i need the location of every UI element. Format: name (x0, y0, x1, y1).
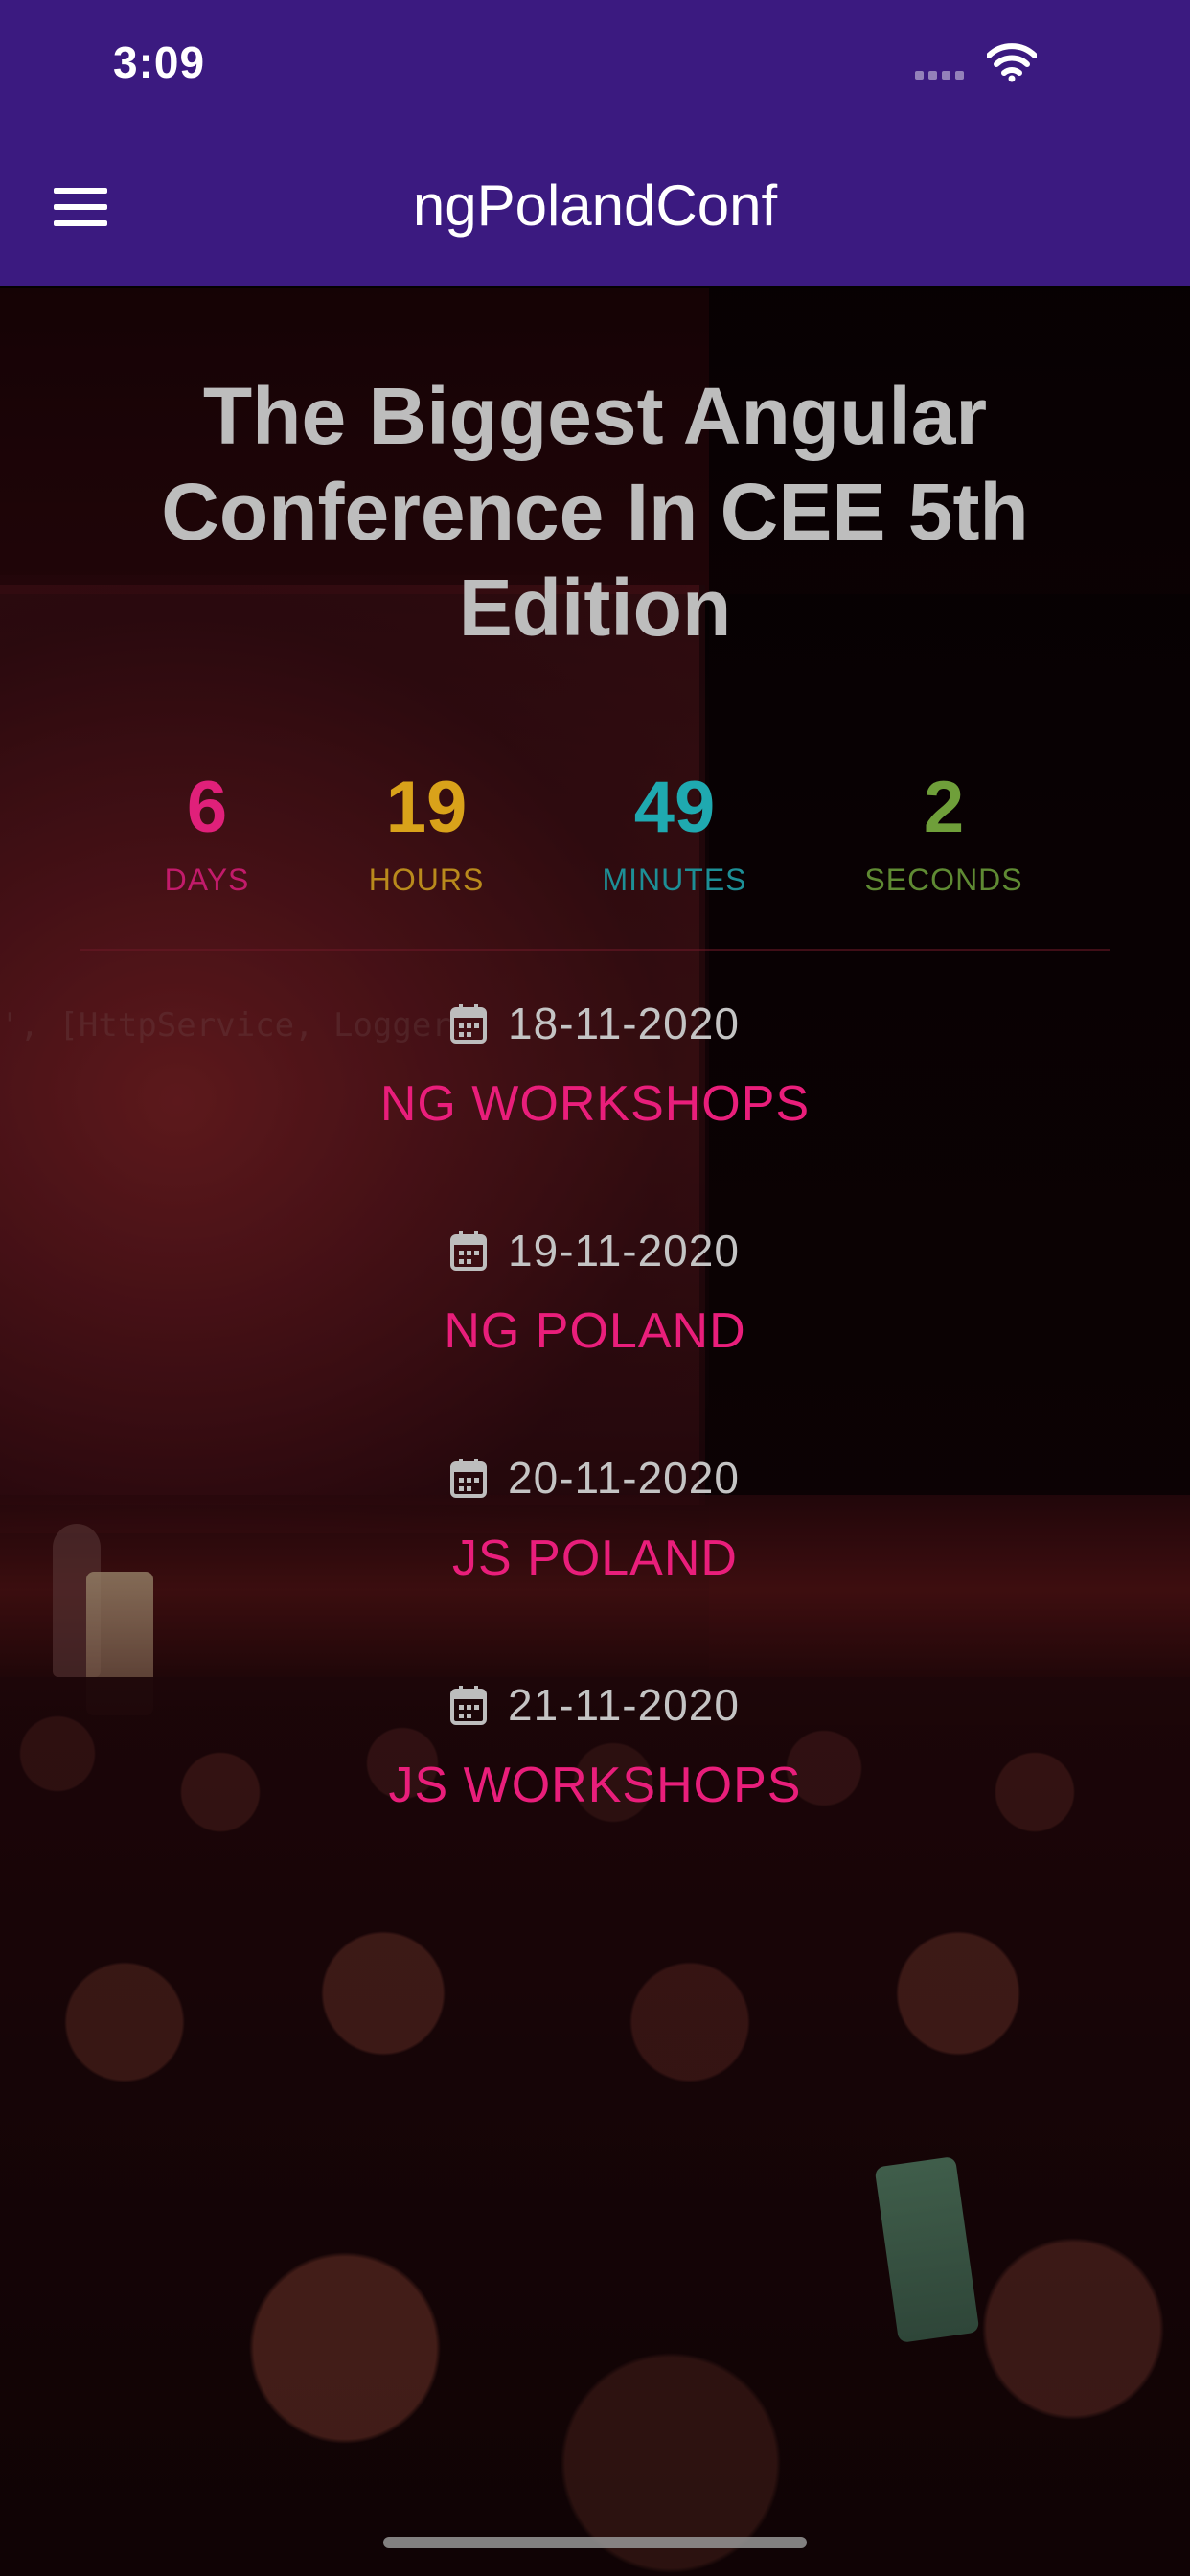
event-date: 18-11-2020 (508, 999, 740, 1048)
app-header: 3:09 ngPolandConf (0, 0, 1190, 286)
home-indicator[interactable] (383, 2537, 807, 2548)
event-item[interactable]: 21-11-2020 JS WORKSHOPS (0, 1676, 1190, 1814)
conference-headline: The Biggest Angular Conference In CEE 5t… (161, 371, 1029, 653)
app-screen: ', [HttpService, Logger 3:09 ngPolandCon… (0, 0, 1190, 2576)
calendar-icon (450, 1231, 488, 1271)
status-time: 3:09 (113, 37, 206, 87)
event-date: 21-11-2020 (508, 1680, 740, 1730)
cellular-signal-icon (915, 71, 964, 80)
countdown-label: MINUTES (602, 862, 747, 897)
page-title: ngPolandConf (412, 173, 778, 238)
countdown-days: 6 DAYS (92, 765, 322, 898)
calendar-icon (450, 1459, 488, 1498)
event-date: 20-11-2020 (508, 1453, 740, 1503)
event-date: 19-11-2020 (508, 1226, 740, 1276)
event-item[interactable]: 19-11-2020 NG POLAND (0, 1222, 1190, 1360)
event-item[interactable]: 18-11-2020 NG WORKSHOPS (0, 995, 1190, 1133)
countdown-label: HOURS (368, 862, 485, 897)
wifi-icon (987, 43, 1037, 82)
event-name[interactable]: NG WORKSHOPS (0, 1075, 1190, 1133)
countdown-minutes: 49 MINUTES (560, 765, 790, 898)
countdown-seconds: 2 SECONDS (829, 765, 1059, 898)
calendar-icon (450, 1686, 488, 1725)
countdown-timer: 6 DAYS 19 HOURS 49 MINUTES 2 SECONDS (0, 765, 1190, 918)
countdown-label: DAYS (164, 862, 250, 897)
countdown-hours: 19 HOURS (311, 765, 541, 898)
countdown-value: 6 (186, 767, 228, 848)
event-name[interactable]: NG POLAND (0, 1302, 1190, 1360)
countdown-value: 2 (923, 767, 965, 848)
countdown-value: 49 (633, 767, 716, 848)
event-name[interactable]: JS WORKSHOPS (0, 1757, 1190, 1814)
countdown-label: SECONDS (864, 862, 1023, 897)
calendar-icon (450, 1004, 488, 1044)
countdown-value: 19 (385, 767, 468, 848)
event-name[interactable]: JS POLAND (0, 1530, 1190, 1587)
divider (80, 949, 1110, 951)
event-item[interactable]: 20-11-2020 JS POLAND (0, 1449, 1190, 1587)
